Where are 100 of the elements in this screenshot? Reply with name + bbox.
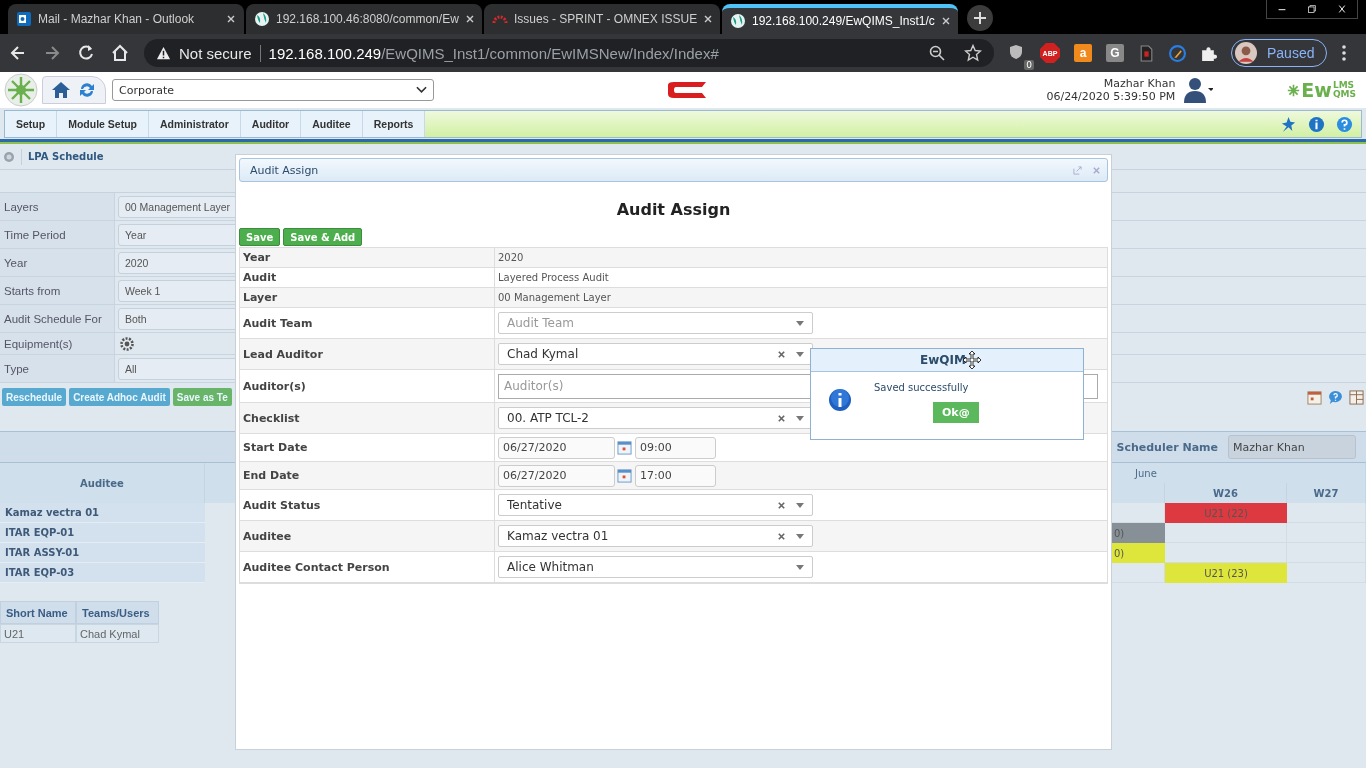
puzzle-icon[interactable] bbox=[1200, 44, 1217, 62]
info-icon bbox=[828, 388, 852, 412]
browser-tab[interactable]: Mail - Mazhar Khan - Outlook bbox=[8, 4, 244, 34]
help-icon[interactable] bbox=[1336, 115, 1353, 133]
table-cell: U21 bbox=[0, 624, 76, 643]
dialog-title: EwQIM bbox=[920, 353, 966, 367]
auditee-cell: Kamaz vectra 01 bbox=[0, 503, 205, 523]
clear-icon[interactable] bbox=[777, 349, 786, 359]
filter-label: Audit Schedule For bbox=[0, 305, 115, 332]
clear-icon[interactable] bbox=[777, 500, 786, 510]
user-avatar-icon[interactable] bbox=[1183, 75, 1214, 105]
field-label: Lead Auditor bbox=[240, 339, 495, 369]
field-label: Layer bbox=[240, 288, 495, 307]
clear-icon[interactable] bbox=[777, 531, 786, 541]
close-icon[interactable] bbox=[940, 16, 951, 26]
filter-label: Starts from bbox=[0, 277, 115, 304]
home-icon[interactable] bbox=[110, 43, 130, 63]
menu-item[interactable]: Setup bbox=[5, 111, 58, 137]
user-name: Mazhar Khan bbox=[1103, 77, 1176, 90]
caret-icon bbox=[796, 415, 804, 421]
organization-select[interactable]: Corporate bbox=[112, 79, 434, 101]
globe-icon bbox=[730, 13, 746, 29]
sun-logo-icon[interactable] bbox=[4, 73, 38, 107]
browser-tab[interactable]: 192.168.100.249/EwQIMS_Inst1/c bbox=[722, 4, 958, 34]
date-time: 06/24/2020 5:39:50 PM bbox=[1046, 90, 1176, 103]
calendar-icon[interactable] bbox=[1307, 389, 1322, 405]
menu-item[interactable]: Auditee bbox=[301, 111, 363, 137]
filter-label: Type bbox=[0, 355, 115, 382]
alert-message: Saved successfully bbox=[874, 382, 969, 393]
field-value: 00 Management Layer bbox=[498, 292, 611, 303]
refresh-icon[interactable] bbox=[77, 80, 97, 100]
avatar-icon bbox=[1235, 42, 1257, 64]
browser-tab[interactable]: 192.168.100.46:8080/common/Ew bbox=[246, 4, 482, 34]
week-header: W27 bbox=[1287, 483, 1366, 503]
star-icon[interactable] bbox=[964, 44, 982, 62]
extension-badge: 0 bbox=[1024, 60, 1034, 70]
select-field[interactable]: Alice Whitman bbox=[498, 556, 813, 578]
zoom-out-icon[interactable] bbox=[928, 44, 946, 62]
brush-icon[interactable] bbox=[1169, 44, 1186, 62]
menu-item[interactable]: Administrator bbox=[149, 111, 241, 137]
globe-icon bbox=[254, 11, 270, 27]
chevron-down-icon bbox=[416, 86, 427, 94]
clear-icon[interactable] bbox=[777, 413, 786, 423]
select-field[interactable]: Tentative bbox=[498, 494, 813, 516]
gear-icon[interactable] bbox=[120, 336, 134, 351]
select-field[interactable]: 00. ATP TCL-2 bbox=[498, 407, 813, 429]
auditee-cell: ITAR EQP-01 bbox=[0, 523, 205, 543]
close-icon[interactable] bbox=[464, 14, 475, 24]
field-value: Layered Process Audit bbox=[498, 272, 609, 283]
select-field[interactable]: Kamaz vectra 01 bbox=[498, 525, 813, 547]
auditee-cell: ITAR EQP-03 bbox=[0, 563, 205, 583]
address-field[interactable]: Not secure 192.168.100.249/EwQIMS_Inst1/common/EwIMSNew/Index/Index# bbox=[144, 39, 994, 67]
field-label: Checklist bbox=[240, 403, 495, 433]
caret-icon bbox=[796, 320, 804, 326]
calendar-icon[interactable] bbox=[617, 440, 632, 455]
extension-button[interactable]: G bbox=[1106, 44, 1124, 62]
shield-icon[interactable] bbox=[1008, 44, 1024, 60]
time-field[interactable]: 09:00 bbox=[635, 436, 716, 459]
column-header: Short Name bbox=[0, 601, 76, 624]
month-header: June bbox=[1135, 467, 1157, 479]
menu-item[interactable]: Auditor bbox=[240, 111, 302, 137]
field-label: Audit Team bbox=[240, 308, 495, 338]
filter-label: Layers bbox=[0, 193, 115, 220]
week-header: W26 bbox=[1165, 483, 1287, 503]
layout-icon[interactable] bbox=[1349, 389, 1364, 405]
caret-icon bbox=[796, 533, 804, 539]
select-field[interactable]: Chad Kymal bbox=[498, 343, 813, 365]
schedule-entry[interactable]: 0) bbox=[1112, 543, 1165, 563]
field-label: End Date bbox=[240, 462, 495, 489]
form-heading: Audit Assign bbox=[615, 200, 732, 219]
reload-icon[interactable] bbox=[76, 43, 96, 63]
field-label: Year bbox=[240, 248, 495, 267]
mail-app-icon bbox=[16, 11, 32, 27]
filter-label: Equipment(s) bbox=[0, 333, 115, 354]
browser-tab[interactable]: Issues - SPRINT - OMNEX ISSUE bbox=[484, 4, 720, 34]
home-icon[interactable] bbox=[51, 80, 71, 100]
menu-item[interactable]: Reports bbox=[362, 111, 426, 137]
new-tab-icon[interactable] bbox=[966, 4, 994, 32]
field-label: Audit bbox=[240, 268, 495, 287]
schedule-entry[interactable]: U21 (23) bbox=[1165, 563, 1287, 583]
field-label: Auditor(s) bbox=[240, 370, 495, 402]
info-icon[interactable] bbox=[1308, 115, 1325, 133]
calendar-icon[interactable] bbox=[617, 468, 632, 483]
field-label: Audit Status bbox=[240, 490, 495, 520]
scheduler-field: Mazhar Khan bbox=[1228, 435, 1356, 459]
menu-item[interactable]: Module Setup bbox=[57, 111, 149, 137]
close-icon[interactable] bbox=[703, 14, 714, 24]
field-value: 2020 bbox=[498, 252, 524, 263]
menu-icon[interactable] bbox=[1341, 44, 1348, 62]
filter-label: Time Period bbox=[0, 221, 115, 248]
module-icon bbox=[3, 150, 15, 163]
column-header: Teams/Users bbox=[76, 601, 159, 624]
profile-button[interactable]: Paused bbox=[1231, 39, 1328, 67]
date-field[interactable]: 06/27/2020 bbox=[498, 436, 615, 459]
close-icon[interactable] bbox=[226, 14, 236, 24]
document-icon[interactable] bbox=[1138, 44, 1155, 62]
time-field[interactable]: 17:00 bbox=[635, 464, 716, 487]
date-field[interactable]: 06/27/2020 bbox=[498, 464, 615, 487]
logo-text: QMS bbox=[1332, 90, 1356, 99]
help-bubble-icon[interactable] bbox=[1328, 389, 1343, 405]
